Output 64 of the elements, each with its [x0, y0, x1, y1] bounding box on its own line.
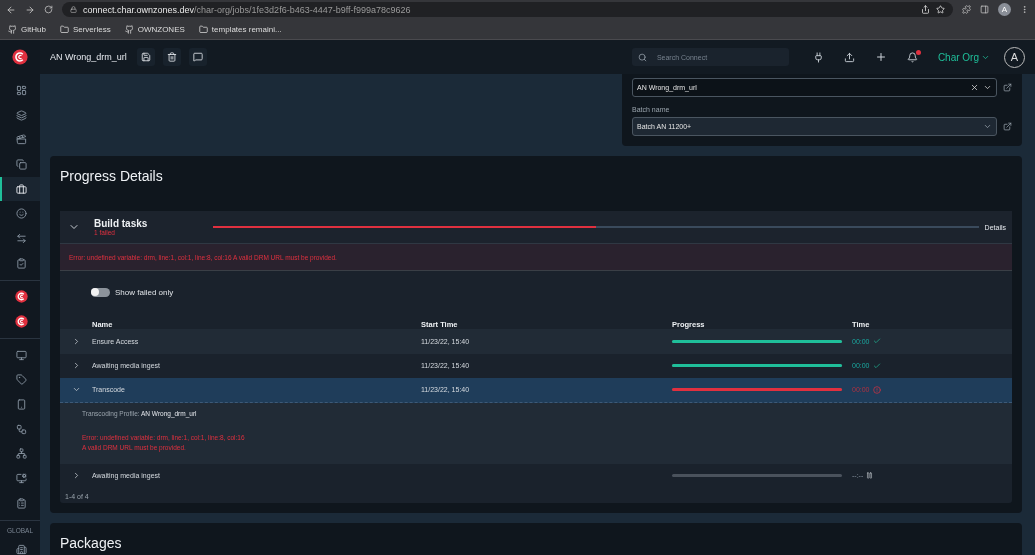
trash-icon — [166, 52, 177, 62]
swap-icon — [15, 232, 27, 244]
comment-button[interactable] — [188, 48, 207, 66]
alert-icon — [872, 385, 881, 394]
org-menu[interactable]: Char Org — [931, 50, 996, 64]
github-icon — [124, 24, 134, 34]
url-text: connect.char.ownzones.dev/char-org/jobs/1fe3d2f6-b463-4447-b9ff-f999a78c9626 — [83, 4, 411, 15]
star-icon[interactable] — [936, 5, 945, 14]
job-title: AN Wrong_drm_url — [50, 52, 127, 62]
check-icon — [872, 361, 881, 370]
clipboard-check-icon — [15, 257, 27, 269]
pause-icon — [866, 472, 874, 480]
building-icon — [15, 543, 27, 555]
folder-icon — [59, 24, 69, 34]
bookmark[interactable]: GitHub — [8, 24, 46, 34]
tag-icon — [15, 374, 27, 386]
network-icon — [15, 448, 27, 460]
dashboard-icon — [15, 84, 27, 96]
clipboard-list-icon — [15, 497, 27, 509]
bookmark[interactable]: Serverless — [59, 24, 111, 34]
monitor-icon — [15, 349, 27, 361]
github-icon — [8, 24, 17, 34]
plus-icon — [874, 51, 887, 63]
delete-button[interactable] — [162, 48, 181, 66]
section-title: Packages — [60, 534, 123, 553]
briefcase-icon — [15, 183, 27, 195]
reload-icon[interactable] — [44, 5, 53, 14]
lock-icon — [70, 6, 77, 13]
phone-icon — [15, 399, 27, 411]
external-link-icon[interactable] — [1003, 83, 1012, 92]
toggle-label: Show failed only — [115, 287, 174, 297]
card-title: Build tasks — [94, 218, 149, 229]
clapperboard-icon — [15, 134, 27, 146]
upload-icon — [843, 51, 855, 63]
workflow-icon — [15, 423, 27, 435]
extensions-icon[interactable] — [962, 5, 971, 14]
external-link-icon[interactable] — [1003, 122, 1012, 131]
side-panel-icon[interactable] — [980, 5, 989, 14]
forward-icon[interactable] — [25, 4, 35, 15]
toggle-switch[interactable] — [91, 287, 110, 297]
search-icon — [637, 52, 647, 62]
check-icon — [872, 337, 881, 346]
back-icon[interactable] — [6, 4, 16, 15]
plug-icon — [812, 51, 824, 63]
chevron-icon — [983, 83, 992, 92]
chevron-icon — [983, 122, 992, 131]
menu-icon[interactable] — [1020, 5, 1029, 14]
save-button[interactable] — [136, 48, 155, 66]
section-title: Progress Details — [60, 167, 164, 186]
copy-icon — [15, 158, 27, 170]
share-icon[interactable] — [921, 5, 930, 14]
logo-icon — [14, 315, 28, 329]
bookmark[interactable]: OWNZONES — [124, 24, 185, 34]
folder-icon — [198, 24, 208, 34]
bookmark[interactable]: templates remaini... — [198, 24, 282, 34]
save-icon — [140, 52, 151, 62]
logo-icon — [14, 290, 28, 304]
logo-icon — [12, 49, 28, 65]
monitor-gear-icon — [15, 473, 27, 485]
comment-icon — [192, 52, 203, 62]
bell-icon — [906, 51, 918, 63]
clear-icon[interactable] — [970, 83, 979, 92]
address-bar[interactable]: connect.char.ownzones.dev/char-org/jobs/1fe3d2f6-b463-4447-b9ff-f999a78c9626 — [62, 2, 953, 17]
layers-icon — [15, 109, 27, 121]
